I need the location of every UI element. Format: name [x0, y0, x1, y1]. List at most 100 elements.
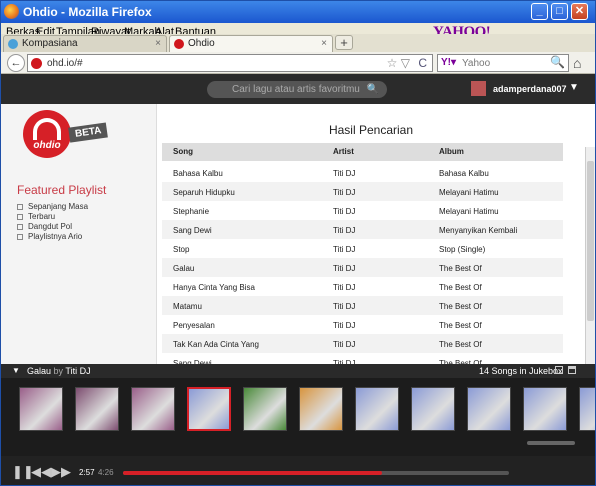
artist-cell[interactable]: Titi DJ — [333, 169, 355, 178]
search-placeholder[interactable]: Yahoo — [462, 58, 490, 69]
url-text[interactable]: ohd.io/# — [47, 58, 83, 69]
album-cell[interactable]: The Best Of — [439, 302, 482, 311]
tab-kompasiana[interactable]: Kompasiana × — [3, 35, 167, 52]
tab-label: Kompasiana — [22, 38, 78, 49]
tab-ohdio[interactable]: Ohdio × — [169, 35, 333, 52]
table-row[interactable]: Stop Titi DJ Stop (Single) — [162, 239, 563, 258]
url-bar[interactable]: ohd.io/# ☆ ▽ C — [27, 54, 433, 72]
playlist-item[interactable]: Terbaru — [17, 212, 55, 221]
table-row[interactable]: Matamu Titi DJ The Best Of — [162, 296, 563, 315]
song-cell[interactable]: Matamu — [173, 302, 202, 311]
progress-bar[interactable] — [123, 471, 509, 475]
table-row[interactable]: Separuh Hidupku Titi DJ Melayani Hatimu — [162, 182, 563, 201]
player-controls: ❚❚ ◀◀ ▶▶ 2:57 4:26 — [1, 456, 595, 485]
album-thumbnail[interactable] — [355, 387, 399, 431]
thumbnail-scrollbar[interactable] — [527, 441, 575, 445]
album-thumbnail[interactable] — [467, 387, 511, 431]
now-playing-by: by — [53, 366, 64, 376]
song-cell[interactable]: Stephanie — [173, 207, 209, 216]
jukebox-player: ▼ Galau by Titi DJ 14 Songs in Jukebox ❚… — [1, 364, 595, 485]
now-playing-artist[interactable]: Titi DJ — [65, 366, 90, 376]
song-cell[interactable]: Separuh Hidupku — [173, 188, 235, 197]
album-cell[interactable]: The Best Of — [439, 264, 482, 273]
new-tab-button[interactable]: + — [335, 35, 353, 50]
artist-cell[interactable]: Titi DJ — [333, 283, 355, 292]
table-row[interactable]: Sang Dewi Titi DJ Menyanyikan Kembali — [162, 220, 563, 239]
album-thumbnail[interactable] — [243, 387, 287, 431]
playlist-item[interactable]: Sepanjang Masa — [17, 202, 88, 211]
album-cell[interactable]: Melayani Hatimu — [439, 188, 499, 197]
album-thumbnail[interactable] — [523, 387, 567, 431]
home-icon[interactable]: ⌂ — [573, 55, 581, 71]
playlist-item[interactable]: Playlistnya Ario — [17, 232, 82, 241]
album-thumbnail[interactable] — [411, 387, 455, 431]
album-thumbnail[interactable] — [131, 387, 175, 431]
artist-cell[interactable]: Titi DJ — [333, 321, 355, 330]
minimize-button[interactable]: _ — [531, 3, 548, 20]
username[interactable]: adamperdana007 — [493, 84, 567, 94]
search-box[interactable]: Y!▾ Yahoo 🔍 — [437, 54, 569, 72]
previous-icon[interactable]: ◀◀ — [31, 464, 51, 480]
table-row[interactable]: Galau Titi DJ The Best Of — [162, 258, 563, 277]
site-identity-icon[interactable] — [31, 58, 42, 69]
album-cell[interactable]: Stop (Single) — [439, 245, 485, 254]
list-icon[interactable] — [568, 366, 576, 374]
song-cell[interactable]: Sang Dewi — [173, 226, 212, 235]
album-thumbnail[interactable] — [299, 387, 343, 431]
search-engine-icon[interactable]: Y!▾ — [441, 57, 456, 68]
song-cell[interactable]: Bahasa Kalbu — [173, 169, 223, 178]
album-thumbnail[interactable] — [187, 387, 231, 431]
album-thumbnail[interactable] — [75, 387, 119, 431]
artist-cell[interactable]: Titi DJ — [333, 207, 355, 216]
song-cell[interactable]: Stop — [173, 245, 189, 254]
reload-icon[interactable]: C — [418, 56, 427, 70]
artist-cell[interactable]: Titi DJ — [333, 226, 355, 235]
avatar[interactable] — [471, 81, 486, 96]
back-button[interactable]: ← — [7, 54, 25, 72]
collapse-player-icon[interactable]: ▼ — [12, 366, 20, 375]
table-row[interactable]: Hanya Cinta Yang Bisa Titi DJ The Best Of — [162, 277, 563, 296]
artist-cell[interactable]: Titi DJ — [333, 188, 355, 197]
album-thumbnail[interactable] — [579, 387, 595, 431]
artist-cell[interactable]: Titi DJ — [333, 245, 355, 254]
search-icon[interactable]: 🔍 — [550, 55, 565, 69]
song-cell[interactable]: Galau — [173, 264, 194, 273]
album-cell[interactable]: Bahasa Kalbu — [439, 169, 489, 178]
bookmark-star-icon[interactable]: ☆ ▽ — [387, 56, 410, 70]
album-cell[interactable]: The Best Of — [439, 283, 482, 292]
results-table-header: Song Artist Album — [162, 143, 563, 161]
album-cell[interactable]: Menyanyikan Kembali — [439, 226, 517, 235]
album-cell[interactable]: The Best Of — [439, 340, 482, 349]
scrollbar-thumb[interactable] — [587, 161, 594, 321]
window-icon[interactable] — [555, 366, 563, 374]
tab-close-icon[interactable]: × — [155, 36, 161, 52]
song-cell[interactable]: Penyesalan — [173, 321, 215, 330]
column-artist[interactable]: Artist — [333, 147, 354, 156]
search-icon[interactable]: 🔍 — [367, 81, 379, 98]
song-search-input[interactable]: Cari lagu atau artis favoritmu 🔍 — [207, 81, 387, 98]
artist-cell[interactable]: Titi DJ — [333, 264, 355, 273]
column-song[interactable]: Song — [173, 147, 193, 156]
album-cell[interactable]: The Best Of — [439, 321, 482, 330]
tab-close-icon[interactable]: × — [321, 36, 327, 52]
album-cell[interactable]: Melayani Hatimu — [439, 207, 499, 216]
table-row[interactable]: Tak Kan Ada Cinta Yang Titi DJ The Best Of — [162, 334, 563, 353]
maximize-button[interactable]: □ — [551, 3, 568, 20]
playlist-label: Dangdut Pol — [28, 222, 73, 231]
playlist-icon — [17, 223, 23, 230]
table-row[interactable]: Stephanie Titi DJ Melayani Hatimu — [162, 201, 563, 220]
user-menu-caret-icon[interactable]: ▼ — [569, 82, 579, 93]
song-cell[interactable]: Hanya Cinta Yang Bisa — [173, 283, 255, 292]
artist-cell[interactable]: Titi DJ — [333, 302, 355, 311]
close-button[interactable]: ✕ — [571, 3, 588, 20]
playlist-item[interactable]: Dangdut Pol — [17, 222, 72, 231]
song-cell[interactable]: Tak Kan Ada Cinta Yang — [173, 340, 259, 349]
table-row[interactable]: Bahasa Kalbu Titi DJ Bahasa Kalbu — [162, 163, 563, 182]
artist-cell[interactable]: Titi DJ — [333, 340, 355, 349]
logo-word: ohdio — [33, 140, 61, 151]
album-thumbnail[interactable] — [19, 387, 63, 431]
table-row[interactable]: Penyesalan Titi DJ The Best Of — [162, 315, 563, 334]
column-album[interactable]: Album — [439, 147, 464, 156]
next-icon[interactable]: ▶▶ — [51, 464, 71, 480]
ohdio-logo[interactable]: ohdio — [23, 110, 71, 158]
